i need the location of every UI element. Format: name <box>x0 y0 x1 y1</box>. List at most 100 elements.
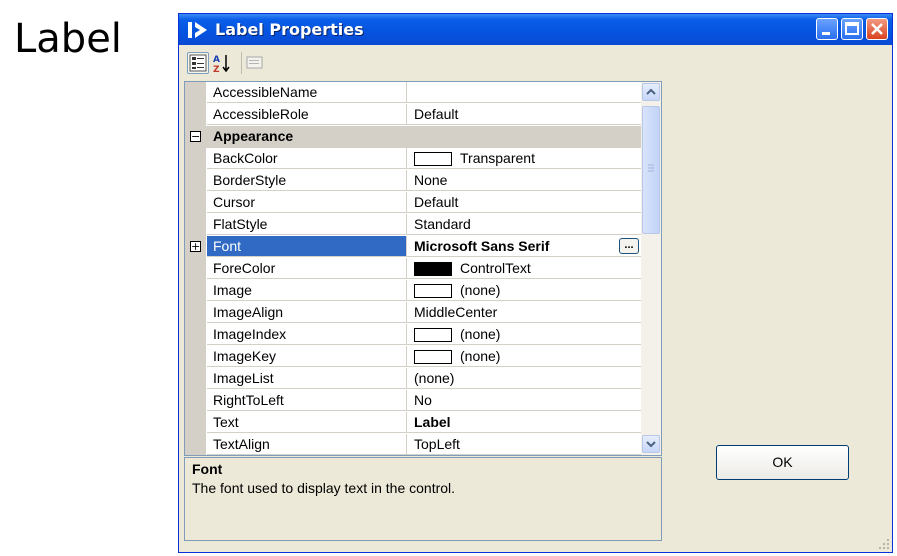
property-row[interactable]: FlatStyle Standard <box>185 214 641 236</box>
property-name[interactable]: ImageIndex <box>207 324 407 345</box>
row-gutter <box>185 346 206 368</box>
property-name[interactable]: Cursor <box>207 192 407 213</box>
row-gutter <box>185 258 206 280</box>
svg-text:A: A <box>213 55 220 65</box>
property-name[interactable]: FlatStyle <box>207 214 407 235</box>
ellipsis-button[interactable]: ... <box>619 238 639 254</box>
property-name[interactable]: BorderStyle <box>207 170 407 191</box>
grip-lines-icon <box>648 164 654 172</box>
color-swatch <box>414 350 452 364</box>
property-row[interactable]: BackColor Transparent <box>185 148 641 170</box>
property-name[interactable]: ImageKey <box>207 346 407 367</box>
chevron-up-icon <box>646 88 656 95</box>
collapse-icon[interactable]: − <box>190 131 201 142</box>
scroll-down-button[interactable] <box>642 435 660 453</box>
maximize-button[interactable] <box>841 18 863 40</box>
property-grid[interactable]: AccessibleName AccessibleRole Default − Appe… <box>184 81 662 456</box>
close-button[interactable] <box>866 18 888 40</box>
row-gutter <box>185 412 206 434</box>
row-gutter <box>185 434 206 455</box>
property-row[interactable]: + Font Microsoft Sans Serif... <box>185 236 641 258</box>
property-value[interactable]: No <box>407 390 641 411</box>
property-name[interactable]: Text <box>207 412 407 433</box>
category-row[interactable]: − Appearance <box>185 126 641 148</box>
property-row[interactable]: ForeColor ControlText <box>185 258 641 280</box>
property-value[interactable]: Microsoft Sans Serif... <box>407 236 641 257</box>
property-name[interactable]: AccessibleName <box>207 82 407 103</box>
ok-button[interactable]: OK <box>716 445 849 480</box>
row-gutter <box>185 82 206 104</box>
scroll-thumb[interactable] <box>642 106 660 234</box>
property-value-text: Default <box>414 194 459 210</box>
alphabetical-icon: A Z <box>213 55 230 75</box>
page-label: Label <box>14 16 122 62</box>
property-row[interactable]: ImageList (none) <box>185 368 641 390</box>
property-row[interactable]: AccessibleName <box>185 82 641 104</box>
property-pages-icon <box>246 56 263 69</box>
property-value[interactable]: Transparent <box>407 148 641 169</box>
scroll-up-button[interactable] <box>642 83 660 101</box>
property-value-text: No <box>414 392 432 408</box>
property-row[interactable]: Image (none) <box>185 280 641 302</box>
row-gutter <box>185 148 206 170</box>
property-value[interactable]: (none) <box>407 368 641 389</box>
property-value[interactable]: MiddleCenter <box>407 302 641 323</box>
property-pages-button[interactable] <box>241 52 263 74</box>
property-name[interactable]: TextAlign <box>207 434 407 455</box>
property-name[interactable]: Appearance <box>207 126 507 147</box>
window-title: Label Properties <box>215 20 364 39</box>
property-name[interactable]: ImageList <box>207 368 407 389</box>
property-value[interactable]: Default <box>407 104 641 125</box>
expand-icon[interactable]: + <box>190 241 201 252</box>
property-name[interactable]: RightToLeft <box>207 390 407 411</box>
property-value[interactable]: TopLeft <box>407 434 641 455</box>
property-row[interactable]: RightToLeft No <box>185 390 641 412</box>
property-value[interactable]: Default <box>407 192 641 213</box>
property-name[interactable]: BackColor <box>207 148 407 169</box>
property-value[interactable]: (none) <box>407 280 641 301</box>
property-value-text: Default <box>414 106 459 122</box>
categorized-button[interactable] <box>187 52 209 74</box>
property-name[interactable]: Font <box>207 236 407 257</box>
row-gutter <box>185 368 206 390</box>
property-value[interactable]: ControlText <box>407 258 641 279</box>
vertical-scrollbar[interactable] <box>641 82 661 455</box>
property-row[interactable]: ImageAlign MiddleCenter <box>185 302 641 324</box>
property-row[interactable]: ImageIndex (none) <box>185 324 641 346</box>
property-value[interactable]: (none) <box>407 324 641 345</box>
row-gutter <box>185 170 206 192</box>
property-row[interactable]: BorderStyle None <box>185 170 641 192</box>
svg-text:Z: Z <box>213 65 220 74</box>
alphabetical-button[interactable]: A Z <box>211 52 233 75</box>
property-name[interactable]: AccessibleRole <box>207 104 407 125</box>
property-name[interactable]: ForeColor <box>207 258 407 279</box>
property-value-text: MiddleCenter <box>414 304 498 320</box>
chevron-down-icon <box>646 441 656 448</box>
categorized-icon <box>189 54 207 72</box>
color-swatch <box>414 262 452 276</box>
property-value[interactable] <box>407 82 641 103</box>
title-bar[interactable]: Label Properties <box>179 14 892 45</box>
property-value-text: (none) <box>460 348 501 364</box>
resize-grip-icon[interactable] <box>878 538 890 550</box>
close-icon <box>871 23 883 35</box>
property-value-text: Transparent <box>460 150 535 166</box>
description-title: Font <box>192 461 223 477</box>
property-row[interactable]: TextAlign TopLeft <box>185 434 641 455</box>
minimize-icon <box>822 32 830 35</box>
property-row[interactable]: Cursor Default <box>185 192 641 214</box>
property-row[interactable]: AccessibleRole Default <box>185 104 641 126</box>
property-row[interactable]: Text Label <box>185 412 641 434</box>
property-value[interactable]: Label <box>407 412 641 433</box>
row-gutter <box>185 324 206 346</box>
property-value[interactable]: (none) <box>407 346 641 367</box>
property-value-text: (none) <box>460 282 501 298</box>
property-name[interactable]: ImageAlign <box>207 302 407 323</box>
row-gutter <box>185 214 206 236</box>
property-name[interactable]: Image <box>207 280 407 301</box>
property-value[interactable]: Standard <box>407 214 641 235</box>
minimize-button[interactable] <box>816 18 838 40</box>
row-gutter <box>185 192 206 214</box>
property-row[interactable]: ImageKey (none) <box>185 346 641 368</box>
property-value[interactable]: None <box>407 170 641 191</box>
